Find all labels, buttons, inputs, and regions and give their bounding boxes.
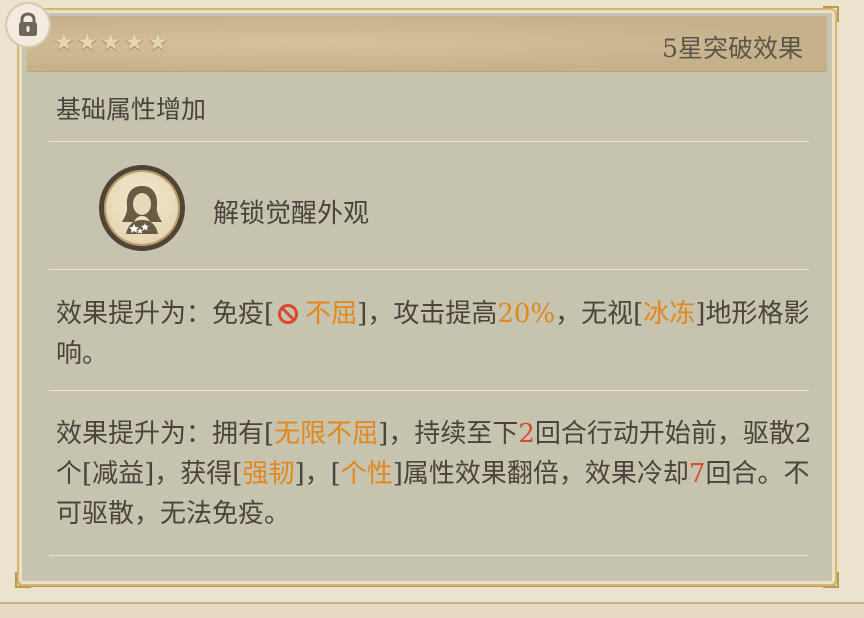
star-icon: ★ [123, 28, 146, 56]
prohibited-icon [278, 304, 299, 324]
effect-description-1: 效果提升为：免疫[不屈]，攻击提高20%，无视[冰冻]地形格影响。 [56, 299, 810, 369]
star-icon: ★ [100, 28, 122, 56]
divider [49, 555, 809, 556]
card-title: 5星突破效果 [662, 34, 803, 63]
frame-corner [823, 572, 839, 588]
star-icon: ★ [147, 28, 169, 56]
buff-keyword: 无限不屈 [274, 419, 379, 449]
card-header: ★ ★ ★ ★ ★ 5星突破效果 [27, 16, 827, 72]
frame-corner [15, 572, 31, 588]
buff-keyword: 个性 [340, 459, 393, 489]
bottom-strip [0, 602, 864, 618]
base-attribute-text: 基础属性增加 [56, 95, 207, 124]
breakthrough-card: ★ ★ ★ ★ ★ 5星突破效果 基础属性增加 解锁觉醒外观 效果提升为：免疫[… [15, 6, 839, 588]
divider [49, 390, 809, 391]
star-rating: ★ ★ ★ ★ ★ [53, 30, 169, 54]
awaken-appearance-text: 解锁觉醒外观 [213, 199, 370, 229]
divider [49, 141, 809, 142]
status-keyword: 不屈 [305, 299, 358, 329]
buff-keyword: 强韧 [242, 459, 295, 489]
attack-value: 20% [497, 299, 556, 329]
turns-value: 2 [518, 419, 535, 449]
cooldown-value: 7 [688, 459, 706, 489]
effect-description-2: 效果提升为：拥有[无限不屈]，持续至下2回合行动开始前，驱散2个[减益]，获得[… [56, 419, 812, 529]
star-icon: ★ [53, 28, 75, 56]
lock-icon[interactable] [7, 4, 49, 46]
character-portrait-icon [99, 165, 185, 251]
star-icon: ★ [76, 28, 99, 56]
divider [49, 269, 809, 270]
silhouette-icon [122, 186, 162, 234]
terrain-keyword: 冰冻 [643, 299, 696, 329]
